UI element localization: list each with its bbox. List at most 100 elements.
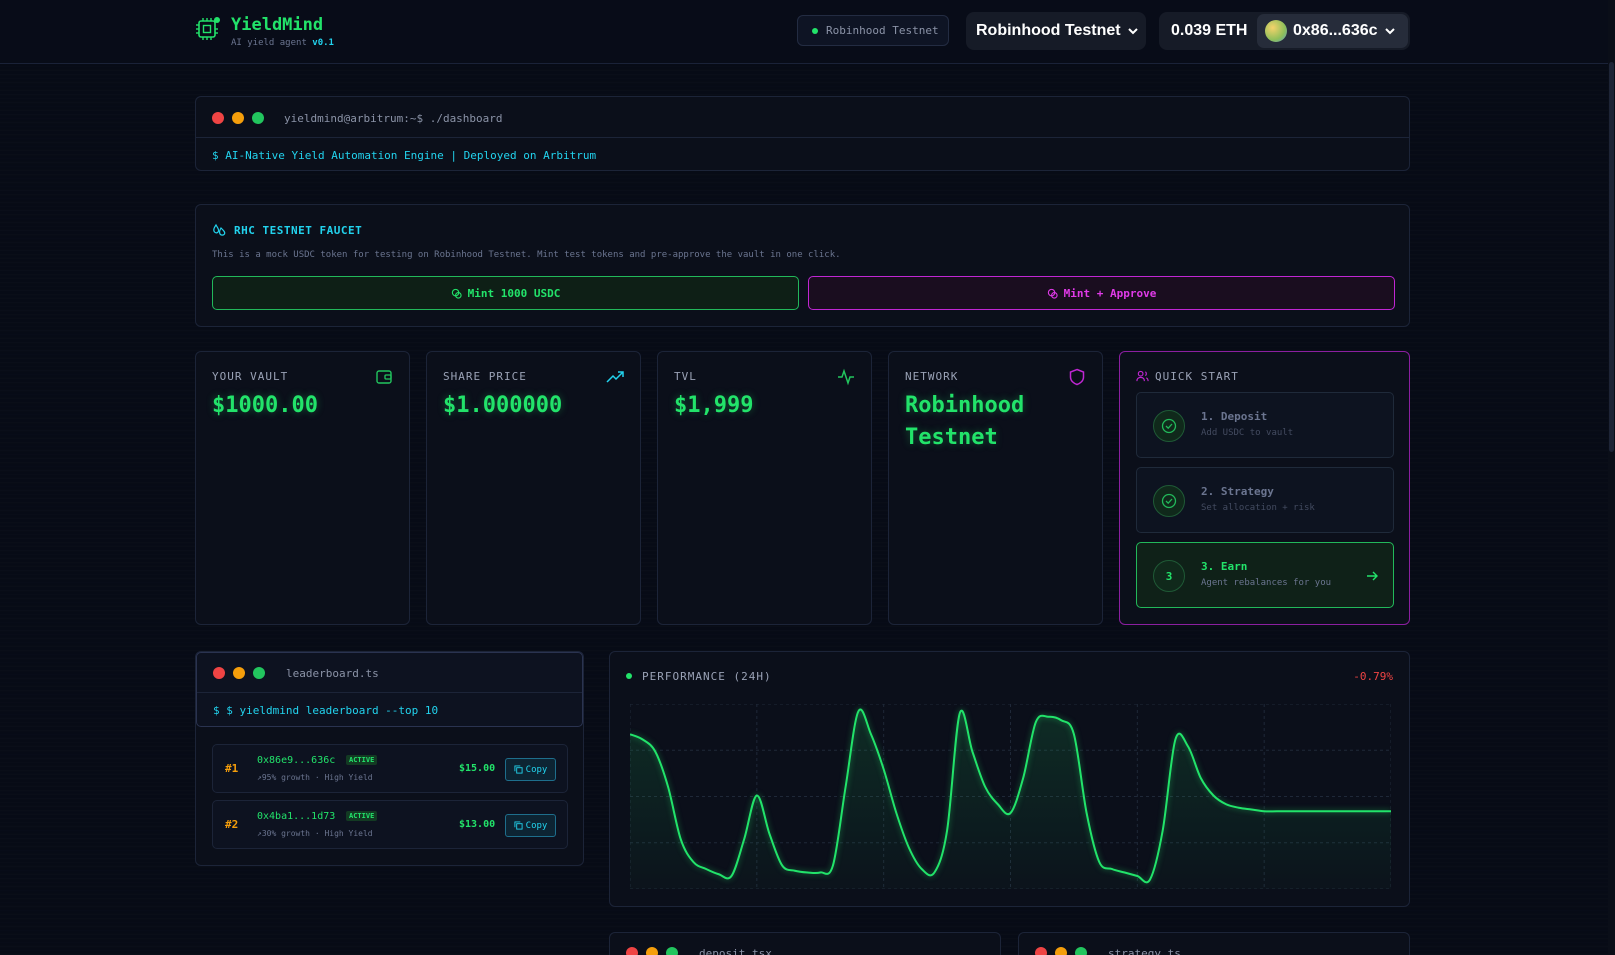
window-controls xyxy=(213,667,265,679)
wallet-icon xyxy=(376,370,392,384)
mint-approve-button[interactable]: Mint + Approve xyxy=(808,276,1395,310)
amount: $15.00 xyxy=(459,763,496,774)
close-dot-icon xyxy=(626,947,638,955)
check-circle-icon xyxy=(1161,418,1177,434)
performance-panel: PERFORMANCE (24H) -0.79% xyxy=(609,651,1410,907)
quick-start-panel: QUICK START 1. Deposit Add USDC to vault… xyxy=(1119,351,1410,625)
users-icon xyxy=(1136,370,1149,382)
copy-icon xyxy=(514,821,523,830)
step-subtitle: Agent rebalances for you xyxy=(1201,578,1332,588)
window-controls xyxy=(1035,947,1087,955)
step-earn[interactable]: 3 3. Earn Agent rebalances for you xyxy=(1136,542,1394,608)
status-badge: ACTIVE xyxy=(346,811,378,821)
strategy-panel: strategy.ts xyxy=(1018,932,1410,955)
activity-icon xyxy=(838,368,854,386)
terminal-title: leaderboard.ts xyxy=(286,667,379,680)
mint-usdc-button[interactable]: Mint 1000 USDC xyxy=(212,276,799,310)
close-dot-icon xyxy=(1035,947,1047,955)
arrow-right-icon xyxy=(1367,571,1378,581)
maximize-dot-icon xyxy=(252,112,264,124)
status-dot-icon xyxy=(626,673,632,679)
address: 0x86e9...636c xyxy=(257,755,336,766)
divider xyxy=(196,137,1409,138)
row-meta: ↗95% growth · High Yield xyxy=(257,773,373,782)
network-select-button[interactable]: Robinhood Testnet xyxy=(966,12,1146,50)
wallet-widget: 0.039 ETH 0x86...636c xyxy=(1159,12,1410,50)
terminal-command: $ AI-Native Yield Automation Engine | De… xyxy=(212,149,597,162)
trending-up-icon xyxy=(606,371,624,383)
divider xyxy=(197,692,582,693)
check-circle-icon xyxy=(1161,493,1177,509)
droplets-icon xyxy=(213,223,226,236)
terminal-title: yieldmind@arbitrum:~$ ./dashboard xyxy=(284,112,503,125)
stat-value: Robinhood Testnet xyxy=(905,393,1025,450)
stat-value: $1000.00 xyxy=(212,393,318,418)
stat-value: $1,999 xyxy=(674,393,754,418)
stat-label: SHARE PRICE xyxy=(443,370,527,383)
copy-icon xyxy=(514,765,523,774)
terminal-title: strategy.ts xyxy=(1108,947,1181,955)
minimize-dot-icon xyxy=(232,112,244,124)
rank: #2 xyxy=(225,818,239,831)
stat-value: $1.000000 xyxy=(443,393,563,418)
shield-icon xyxy=(1069,368,1085,386)
terminal-title: deposit.tsx xyxy=(699,947,772,955)
copy-button[interactable]: Copy xyxy=(505,814,556,837)
eth-balance: 0.039 ETH xyxy=(1171,22,1248,39)
chip-logo-icon xyxy=(196,17,220,40)
step-title: 1. Deposit xyxy=(1201,410,1268,423)
brand-tagline: AI yield agent v0.1 xyxy=(231,38,334,48)
network-status-pill: Robinhood Testnet xyxy=(797,15,949,46)
chart-title: PERFORMANCE (24H) xyxy=(642,670,772,683)
step-strategy[interactable]: 2. Strategy Set allocation + risk xyxy=(1136,467,1394,533)
amount: $13.00 xyxy=(459,819,496,830)
status-badge: ACTIVE xyxy=(346,755,378,765)
avatar xyxy=(1265,20,1287,42)
terminal-command: $ $ yieldmind leaderboard --top 10 xyxy=(213,704,439,717)
minimize-dot-icon xyxy=(233,667,245,679)
minimize-dot-icon xyxy=(1055,947,1067,955)
status-dot-icon xyxy=(812,27,818,34)
scrollbar-thumb[interactable] xyxy=(1609,62,1614,452)
close-dot-icon xyxy=(212,112,224,124)
stat-card-vault: YOUR VAULT $1000.00 xyxy=(195,351,410,625)
stat-label: TVL xyxy=(674,370,697,383)
stat-card-network: NETWORK Robinhood Testnet xyxy=(888,351,1103,625)
maximize-dot-icon xyxy=(1075,947,1087,955)
account-button[interactable]: 0x86...636c xyxy=(1257,14,1408,48)
dashboard-terminal: yieldmind@arbitrum:~$ ./dashboard $ AI-N… xyxy=(195,96,1410,171)
step-check xyxy=(1153,410,1185,442)
window-controls xyxy=(212,112,264,124)
leaderboard-panel: leaderboard.ts $ $ yieldmind leaderboard… xyxy=(195,651,584,866)
deposit-panel: deposit.tsx xyxy=(609,932,1001,955)
step-check xyxy=(1153,485,1185,517)
table-row: #1 0x86e9...636c ACTIVE ↗95% growth · Hi… xyxy=(212,744,568,793)
coins-icon xyxy=(451,288,462,299)
brand-name: YieldMind xyxy=(231,15,324,35)
step-title: 2. Strategy xyxy=(1201,485,1274,498)
step-deposit[interactable]: 1. Deposit Add USDC to vault xyxy=(1136,392,1394,458)
maximize-dot-icon xyxy=(253,667,265,679)
chevron-down-icon xyxy=(1127,28,1138,35)
copy-button[interactable]: Copy xyxy=(505,758,556,781)
faucet-title: RHC TESTNET FAUCET xyxy=(212,223,362,237)
quick-start-title: QUICK START xyxy=(1155,370,1239,383)
close-dot-icon xyxy=(213,667,225,679)
stat-label: NETWORK xyxy=(905,370,959,383)
step-subtitle: Add USDC to vault xyxy=(1201,428,1294,438)
rank: #1 xyxy=(225,762,239,775)
stat-card-share-price: SHARE PRICE $1.000000 xyxy=(426,351,641,625)
faucet-description: This is a mock USDC token for testing on… xyxy=(212,250,841,260)
step-number: 3 xyxy=(1153,560,1185,592)
stat-label: YOUR VAULT xyxy=(212,370,289,383)
performance-change: -0.79% xyxy=(1353,670,1393,683)
minimize-dot-icon xyxy=(646,947,658,955)
table-row: #2 0x4ba1...1d73 ACTIVE ↗30% growth · Hi… xyxy=(212,800,568,849)
step-subtitle: Set allocation + risk xyxy=(1201,503,1315,513)
leaderboard-terminal: leaderboard.ts $ $ yieldmind leaderboard… xyxy=(196,652,583,727)
row-meta: ↗30% growth · High Yield xyxy=(257,829,373,838)
step-title: 3. Earn xyxy=(1201,560,1248,573)
maximize-dot-icon xyxy=(666,947,678,955)
window-controls xyxy=(626,947,678,955)
top-header: YieldMind AI yield agent v0.1 Robinhood … xyxy=(0,0,1615,64)
